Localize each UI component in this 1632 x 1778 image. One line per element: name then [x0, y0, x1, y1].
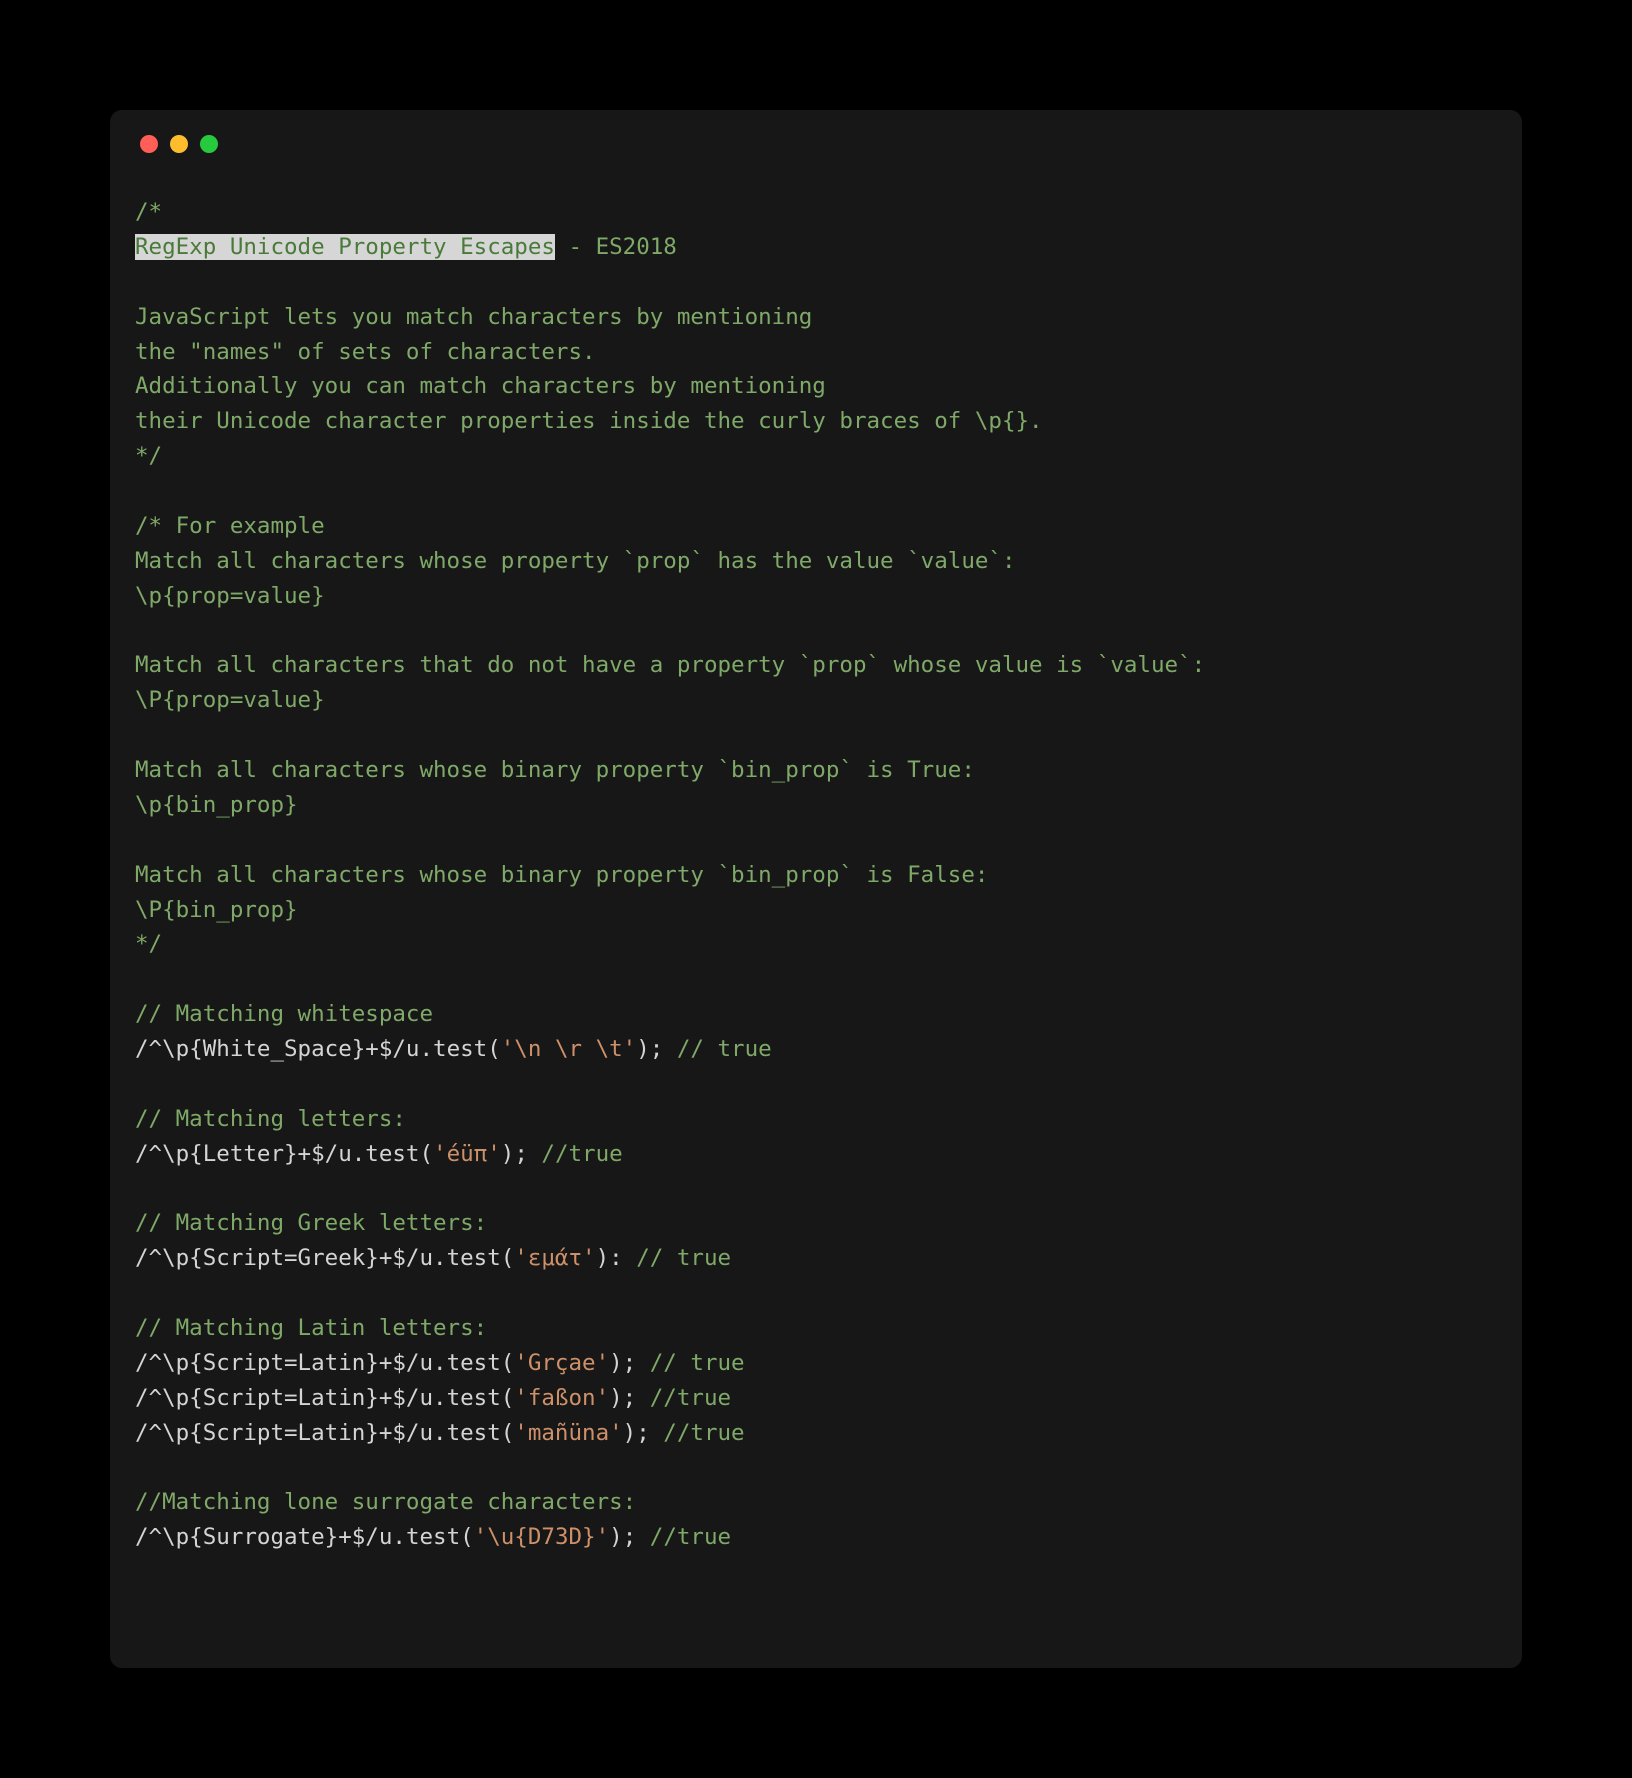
semicolon: ; — [623, 1350, 637, 1376]
comment-text: \P{prop=value} — [135, 687, 325, 713]
paren-close: ) — [623, 1420, 637, 1446]
semicolon: ; — [650, 1036, 664, 1062]
paren-close: ) — [596, 1245, 610, 1271]
line-comment: // Matching Latin letters: — [135, 1315, 487, 1341]
paren-open: ( — [419, 1141, 433, 1167]
regex-literal: /^\p{Script=Greek}+$/u — [135, 1245, 433, 1271]
paren-open: ( — [501, 1245, 515, 1271]
line-comment: // true — [623, 1245, 731, 1271]
dot-operator: . — [433, 1245, 447, 1271]
string-literal: 'éüπ' — [433, 1141, 501, 1167]
string-literal: 'Grçae' — [514, 1350, 609, 1376]
semicolon: ; — [636, 1420, 650, 1446]
dot-operator: . — [392, 1524, 406, 1550]
line-comment: // Matching whitespace — [135, 1001, 433, 1027]
dot-operator: . — [352, 1141, 366, 1167]
line-comment: //true — [650, 1420, 745, 1446]
paren-open: ( — [501, 1350, 515, 1376]
paren-close: ) — [501, 1141, 515, 1167]
paren-close: ) — [636, 1036, 650, 1062]
method-name: test — [447, 1385, 501, 1411]
comment-text: Additionally you can match characters by… — [135, 373, 826, 399]
code-window: /* RegExp Unicode Property Escapes - ES2… — [110, 110, 1522, 1668]
minimize-button[interactable] — [170, 135, 188, 153]
dot-operator: . — [419, 1036, 433, 1062]
semicolon: ; — [514, 1141, 528, 1167]
highlighted-text: RegExp Unicode Property Escapes — [135, 234, 555, 260]
method-name: test — [406, 1524, 460, 1550]
paren-open: ( — [501, 1385, 515, 1411]
paren-close: ) — [609, 1350, 623, 1376]
comment-block-start: /* For example — [135, 513, 325, 539]
string-literal: '\u{D73D}' — [474, 1524, 609, 1550]
regex-literal: /^\p{Letter}+$/u — [135, 1141, 352, 1167]
comment-text: \p{prop=value} — [135, 583, 325, 609]
line-comment: // Matching Greek letters: — [135, 1210, 487, 1236]
comment-text: the "names" of sets of characters. — [135, 339, 596, 365]
paren-close: ) — [609, 1385, 623, 1411]
comment-text: their Unicode character properties insid… — [135, 408, 1043, 434]
line-comment: //true — [528, 1141, 623, 1167]
method-name: test — [447, 1245, 501, 1271]
regex-literal: /^\p{Script=Latin}+$/u — [135, 1350, 433, 1376]
regex-literal: /^\p{Script=Latin}+$/u — [135, 1420, 433, 1446]
regex-literal: /^\p{Surrogate}+$/u — [135, 1524, 392, 1550]
method-name: test — [447, 1420, 501, 1446]
string-literal: 'faßon' — [514, 1385, 609, 1411]
line-comment: // true — [636, 1350, 744, 1376]
comment-block-end: */ — [135, 443, 162, 469]
line-comment: //true — [636, 1524, 731, 1550]
colon: : — [609, 1245, 623, 1271]
code-content[interactable]: /* RegExp Unicode Property Escapes - ES2… — [135, 195, 1497, 1555]
paren-open: ( — [460, 1524, 474, 1550]
line-comment: // true — [663, 1036, 771, 1062]
paren-open: ( — [501, 1420, 515, 1446]
string-literal: '\n \r \t' — [501, 1036, 636, 1062]
method-name: test — [433, 1036, 487, 1062]
comment-text: Match all characters whose binary proper… — [135, 862, 988, 888]
comment-block-end: */ — [135, 931, 162, 957]
dot-operator: . — [433, 1350, 447, 1376]
maximize-button[interactable] — [200, 135, 218, 153]
line-comment: //true — [636, 1385, 731, 1411]
comment-text: Match all characters whose property `pro… — [135, 548, 1016, 574]
window-controls — [135, 135, 1497, 153]
comment-text: - ES2018 — [555, 234, 677, 260]
semicolon: ; — [623, 1385, 637, 1411]
comment-text: Match all characters that do not have a … — [135, 652, 1205, 678]
comment-text: \P{bin_prop} — [135, 897, 298, 923]
method-name: test — [447, 1350, 501, 1376]
comment-block-start: /* — [135, 199, 162, 225]
regex-literal: /^\p{Script=Latin}+$/u — [135, 1385, 433, 1411]
string-literal: 'mañüna' — [514, 1420, 622, 1446]
comment-text: JavaScript lets you match characters by … — [135, 304, 812, 330]
dot-operator: . — [433, 1420, 447, 1446]
string-literal: 'εμάτ' — [514, 1245, 595, 1271]
semicolon: ; — [623, 1524, 637, 1550]
paren-close: ) — [609, 1524, 623, 1550]
regex-literal: /^\p{White_Space}+$/u — [135, 1036, 419, 1062]
line-comment: //Matching lone surrogate characters: — [135, 1489, 636, 1515]
comment-text: \p{bin_prop} — [135, 792, 298, 818]
comment-text: Match all characters whose binary proper… — [135, 757, 975, 783]
line-comment: // Matching letters: — [135, 1106, 406, 1132]
dot-operator: . — [433, 1385, 447, 1411]
close-button[interactable] — [140, 135, 158, 153]
method-name: test — [365, 1141, 419, 1167]
paren-open: ( — [487, 1036, 501, 1062]
